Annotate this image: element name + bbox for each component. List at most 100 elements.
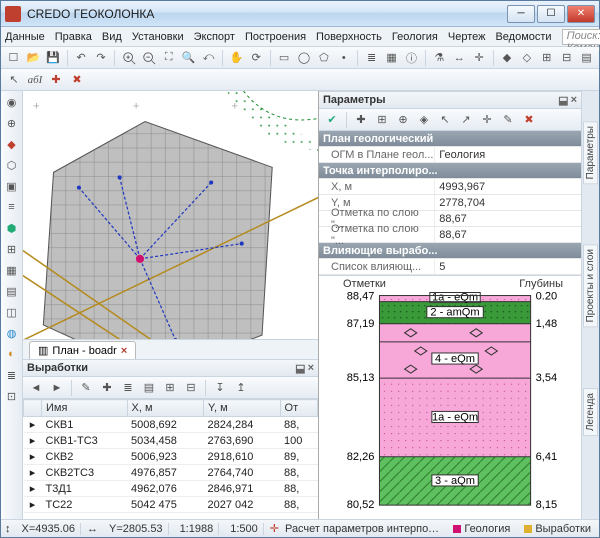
vt-icon-4[interactable]: ▤ — [140, 379, 158, 397]
param-grid[interactable]: План геологический ОГМ в Плане геол...Ге… — [319, 131, 581, 275]
menu-geology[interactable]: Геология — [392, 31, 438, 43]
table-row[interactable]: ▸СКВ2ТС34976,8572764,74088, — [24, 465, 318, 481]
zoom-out-icon[interactable] — [140, 49, 157, 67]
rail-icon-4[interactable]: ⬡ — [3, 156, 21, 174]
minimize-button[interactable]: ─ — [507, 5, 535, 23]
rail-icon-8[interactable]: ⊞ — [3, 240, 21, 258]
vt-icon-1[interactable]: ✎ — [77, 379, 95, 397]
prop-mark2-val[interactable]: 88,67 — [434, 227, 581, 242]
close-button[interactable]: ✕ — [567, 5, 595, 23]
col-y[interactable]: Y, м — [204, 400, 281, 417]
rail-icon-5[interactable]: ▣ — [3, 177, 21, 195]
point-tool-icon[interactable]: • — [335, 49, 352, 67]
measure-icon[interactable]: ↔ — [451, 49, 468, 67]
zoom-window-icon[interactable]: 🔍 — [180, 49, 197, 67]
param-close-icon[interactable]: × — [571, 94, 577, 107]
rail-icon-12[interactable]: ◍ — [3, 324, 21, 342]
menu-data[interactable]: Данные — [5, 31, 45, 43]
rail-icon-15[interactable]: ⊡ — [3, 387, 21, 405]
menu-settings[interactable]: Установки — [132, 31, 184, 43]
side-tab-proekty[interactable]: Проекты и слои — [583, 244, 598, 327]
grid-icon[interactable]: ▦ — [383, 49, 400, 67]
param-pin-icon[interactable]: ⬓ — [558, 94, 568, 107]
info-icon[interactable]: ⓘ — [403, 49, 420, 67]
circle-tool-icon[interactable]: ◯ — [296, 49, 313, 67]
redo-icon[interactable]: ↷ — [93, 49, 110, 67]
menu-constructions[interactable]: Построения — [245, 31, 306, 43]
status-tag-vyrabotki[interactable]: Выработки — [520, 523, 595, 535]
vt-icon-5[interactable]: ⊞ — [161, 379, 179, 397]
rail-icon-9[interactable]: ▦ — [3, 261, 21, 279]
prop-ogm-val[interactable]: Геология — [434, 147, 581, 162]
rail-icon-1[interactable]: ◉ — [3, 93, 21, 111]
refresh-icon[interactable]: ⟳ — [248, 49, 265, 67]
pt-icon-7[interactable]: ✛ — [478, 111, 496, 129]
rail-icon-7[interactable]: ⬢ — [3, 219, 21, 237]
panel-close-icon[interactable]: × — [308, 362, 314, 375]
pt-icon-1[interactable]: ✚ — [352, 111, 370, 129]
save-icon[interactable]: 💾 — [45, 49, 62, 67]
rail-icon-11[interactable]: ◫ — [3, 303, 21, 321]
misc2-icon[interactable]: ◇ — [518, 49, 535, 67]
coords-icon[interactable]: ✛ — [471, 49, 488, 67]
pt-icon-8[interactable]: ✎ — [499, 111, 517, 129]
menu-export[interactable]: Экспорт — [194, 31, 235, 43]
menu-drawing[interactable]: Чертеж — [448, 31, 486, 43]
pt-icon-5[interactable]: ↖ — [436, 111, 454, 129]
prop-mark1-val[interactable]: 88,67 — [434, 211, 581, 226]
menu-reports[interactable]: Ведомости — [495, 31, 551, 43]
col-x[interactable]: X, м — [127, 400, 204, 417]
vyrabotki-grid[interactable]: Имя X, м Y, м От ▸СКВ15008,6922824,28488… — [23, 399, 318, 519]
maximize-button[interactable]: ☐ — [537, 5, 565, 23]
vt-icon-8[interactable]: ↥ — [232, 379, 250, 397]
rail-icon-2[interactable]: ⊕ — [3, 114, 21, 132]
side-tab-legenda[interactable]: Легенда — [583, 388, 598, 436]
filter-icon[interactable]: ⚗ — [431, 49, 448, 67]
status-tag-geology[interactable]: Геология — [449, 523, 514, 535]
cross2-icon[interactable]: ✖ — [68, 71, 86, 89]
pan-icon[interactable]: ✋ — [228, 49, 245, 67]
prop-x-val[interactable]: 4993,967 — [434, 179, 581, 194]
col-name[interactable]: Имя — [42, 400, 128, 417]
vt-icon-6[interactable]: ⊟ — [182, 379, 200, 397]
col-ot[interactable]: От — [280, 400, 317, 417]
prop-list-val[interactable]: 5 — [434, 259, 581, 274]
text-label-icon[interactable]: абI — [26, 71, 44, 89]
close-tab-icon[interactable]: × — [121, 345, 127, 357]
panel-pin-icon[interactable]: ⬓ — [295, 362, 305, 375]
open-icon[interactable]: 📂 — [25, 49, 42, 67]
vt-prev-icon[interactable]: ◄ — [27, 379, 45, 397]
vt-icon-2[interactable]: ✚ — [98, 379, 116, 397]
menu-edit[interactable]: Правка — [55, 31, 92, 43]
misc5-icon[interactable]: ▤ — [578, 49, 595, 67]
pt-icon-3[interactable]: ⊕ — [394, 111, 412, 129]
zoom-extent-icon[interactable]: ⛶ — [160, 49, 177, 67]
misc1-icon[interactable]: ◆ — [499, 49, 516, 67]
select-icon[interactable]: ▭ — [276, 49, 293, 67]
plan-tab-active[interactable]: ▥ План - boadr × — [29, 341, 136, 359]
rail-icon-3[interactable]: ◆ — [3, 135, 21, 153]
zoom-in-icon[interactable] — [120, 49, 137, 67]
misc4-icon[interactable]: ⊟ — [558, 49, 575, 67]
cross-icon[interactable]: ✚ — [47, 71, 65, 89]
misc3-icon[interactable]: ⊞ — [538, 49, 555, 67]
rail-icon-6[interactable]: ≡ — [3, 198, 21, 216]
pt-icon-6[interactable]: ↗ — [457, 111, 475, 129]
zoom-prev-icon[interactable]: ⤺ — [200, 49, 217, 67]
pointer-icon[interactable]: ↖ — [5, 71, 23, 89]
apply-icon[interactable]: ✔ — [323, 111, 341, 129]
table-row[interactable]: ▸СКВ1-ТС35034,4582763,690100 — [24, 433, 318, 449]
vt-next-icon[interactable]: ► — [48, 379, 66, 397]
vt-icon-3[interactable]: ≣ — [119, 379, 137, 397]
search-input[interactable]: Поиск: Команда (Ctrl + Q) — [562, 29, 600, 45]
table-row[interactable]: ▸СКВ15008,6922824,28488, — [24, 417, 318, 433]
menu-surface[interactable]: Поверхность — [316, 31, 382, 43]
table-row[interactable]: ▸ТС225042 4752027 04288, — [24, 497, 318, 513]
side-tab-parametry[interactable]: Параметры — [583, 121, 598, 184]
pt-icon-2[interactable]: ⊞ — [373, 111, 391, 129]
polygon-tool-icon[interactable]: ⬠ — [315, 49, 332, 67]
rail-icon-10[interactable]: ▤ — [3, 282, 21, 300]
plan-view[interactable]: +++ — [23, 91, 318, 339]
vt-icon-7[interactable]: ↧ — [211, 379, 229, 397]
table-row[interactable]: ▸СКВ25006,9232918,61089, — [24, 449, 318, 465]
